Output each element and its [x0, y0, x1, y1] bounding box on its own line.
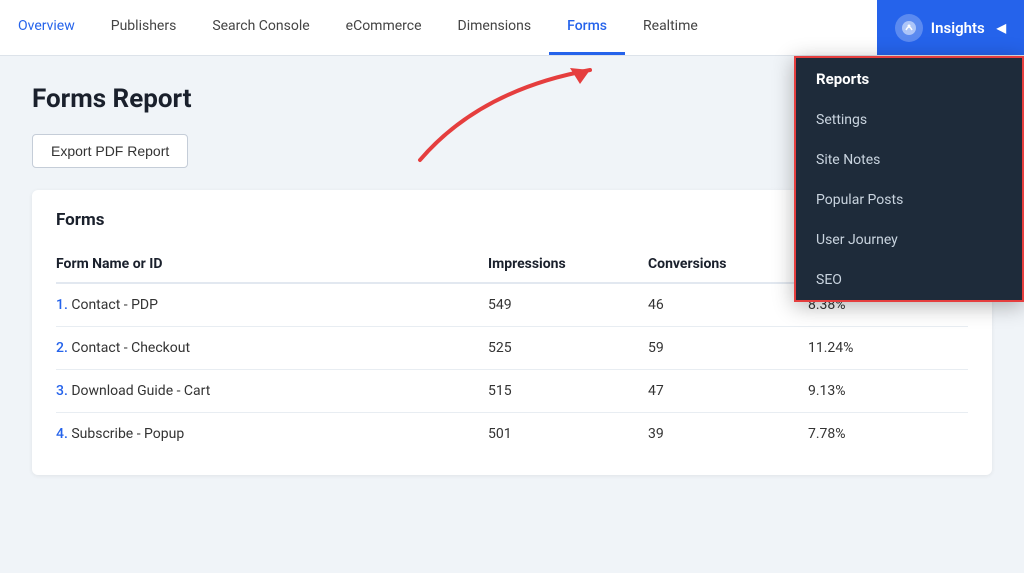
dropdown-reports[interactable]: Reports	[796, 58, 1022, 100]
row-conversions: 47	[648, 370, 808, 413]
row-impressions: 501	[488, 413, 648, 456]
table-row: 2. Contact - Checkout 525 59 11.24%	[56, 327, 968, 370]
row-name: Download Guide - Cart	[71, 383, 210, 399]
row-impressions: 549	[488, 283, 648, 327]
nav-realtime[interactable]: Realtime	[625, 0, 716, 55]
row-impressions: 525	[488, 327, 648, 370]
table-row: 3. Download Guide - Cart 515 47 9.13%	[56, 370, 968, 413]
insights-label: Insights	[931, 19, 985, 37]
dropdown-seo[interactable]: SEO	[796, 260, 1022, 300]
top-nav: Overview Publishers Search Console eComm…	[0, 0, 1024, 56]
row-conversions: 46	[648, 283, 808, 327]
row-name: Contact - Checkout	[71, 340, 190, 356]
dropdown-user-journey[interactable]: User Journey	[796, 220, 1022, 260]
insights-chevron: ◀	[997, 21, 1006, 35]
nav-publishers[interactable]: Publishers	[93, 0, 195, 55]
table-row: 4. Subscribe - Popup 501 39 7.78%	[56, 413, 968, 456]
insights-button[interactable]: Insights ◀	[877, 0, 1024, 55]
row-rate: 9.13%	[808, 370, 968, 413]
col-header-impressions: Impressions	[488, 246, 648, 283]
row-number: 3.	[56, 383, 68, 399]
row-number: 4.	[56, 426, 68, 442]
insights-icon	[895, 14, 923, 42]
row-rate: 7.78%	[808, 413, 968, 456]
col-header-name: Form Name or ID	[56, 246, 488, 283]
nav-overview[interactable]: Overview	[0, 0, 93, 55]
nav-ecommerce[interactable]: eCommerce	[328, 0, 440, 55]
row-rate: 11.24%	[808, 327, 968, 370]
row-name: Contact - PDP	[71, 297, 158, 313]
row-conversions: 59	[648, 327, 808, 370]
nav-dimensions[interactable]: Dimensions	[440, 0, 550, 55]
row-number: 1.	[56, 297, 68, 313]
dropdown-popular-posts[interactable]: Popular Posts	[796, 180, 1022, 220]
nav-forms[interactable]: Forms	[549, 0, 625, 55]
insights-dropdown: Reports Settings Site Notes Popular Post…	[794, 56, 1024, 302]
row-number: 2.	[56, 340, 68, 356]
col-header-conversions: Conversions	[648, 246, 808, 283]
export-pdf-button[interactable]: Export PDF Report	[32, 134, 188, 168]
row-name: Subscribe - Popup	[71, 426, 184, 442]
dropdown-settings[interactable]: Settings	[796, 100, 1022, 140]
nav-search-console[interactable]: Search Console	[194, 0, 327, 55]
row-impressions: 515	[488, 370, 648, 413]
row-conversions: 39	[648, 413, 808, 456]
dropdown-site-notes[interactable]: Site Notes	[796, 140, 1022, 180]
